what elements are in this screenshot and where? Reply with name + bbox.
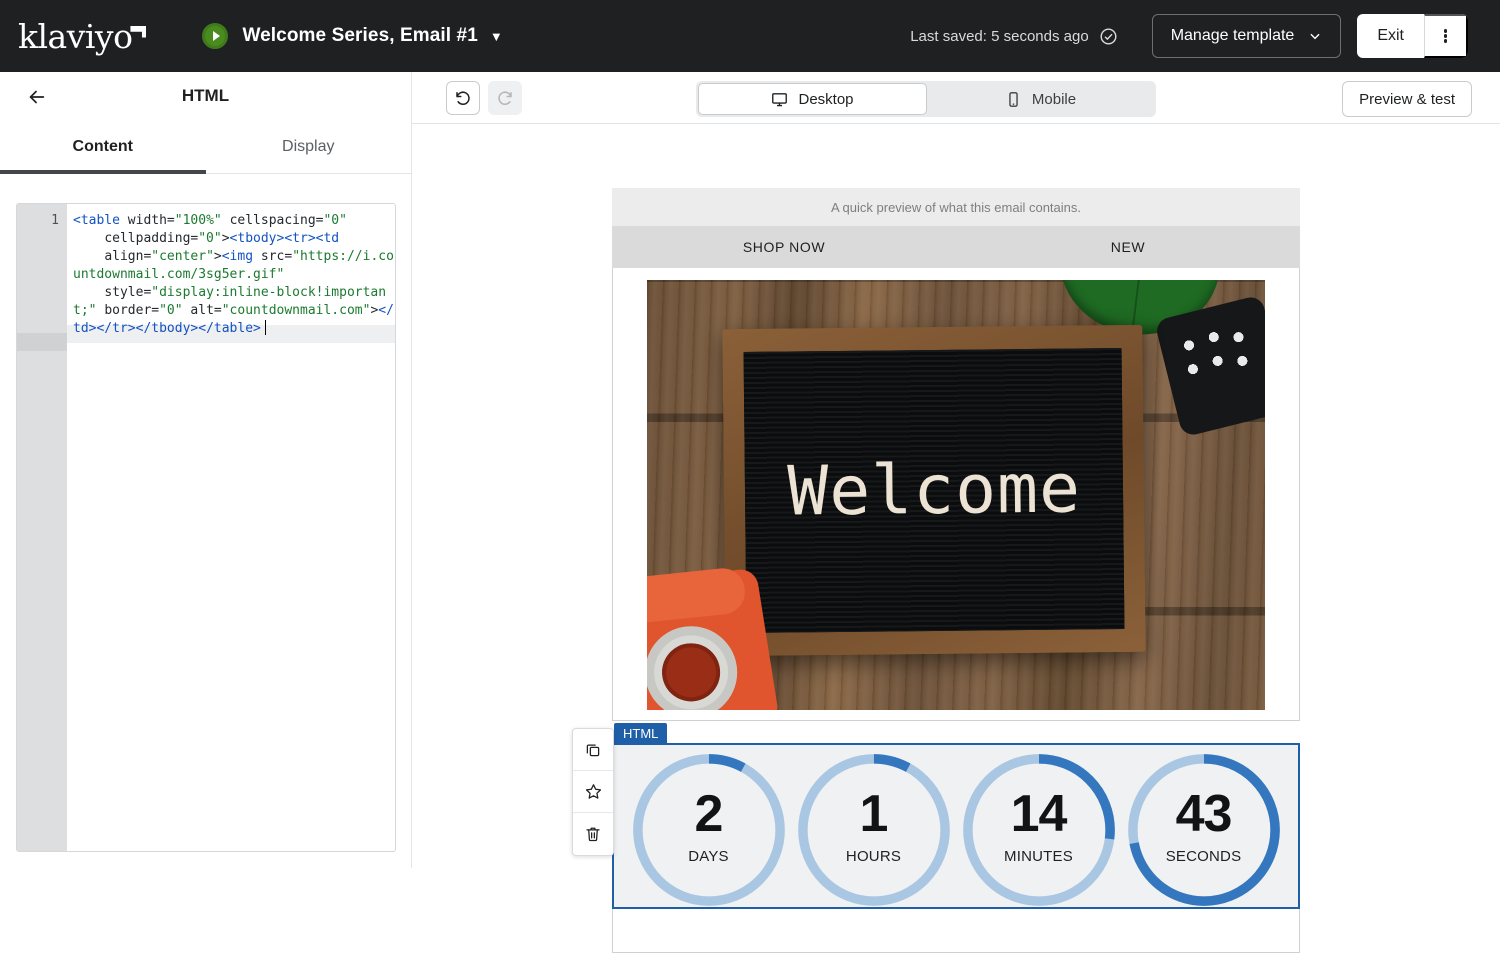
view-mode-toggle: Desktop Mobile: [696, 81, 1156, 117]
email-navbar: SHOP NOW NEW: [612, 226, 1300, 268]
star-icon[interactable]: [573, 771, 613, 813]
html-code-editor[interactable]: 1 <table width="100%" cellspacing="0" ce…: [16, 203, 396, 852]
block-type-badge: HTML: [614, 723, 668, 744]
countdown-value-days: 2: [694, 785, 724, 843]
phone-dial: [647, 619, 745, 710]
top-bar: klaviyo Welcome Series, Email #1 ▼ Last …: [0, 0, 1500, 72]
countdown-label-days: DAYS: [688, 848, 729, 865]
countdown-value-seconds: 43: [1175, 785, 1233, 843]
desktop-icon: [772, 92, 788, 106]
manage-template-button[interactable]: Manage template: [1151, 14, 1342, 58]
editor-canvas: Desktop Mobile Preview & test A quick pr…: [412, 72, 1500, 953]
editor-code-area[interactable]: <table width="100%" cellspacing="0" cell…: [67, 204, 395, 851]
chevron-down-icon: [1310, 33, 1320, 40]
view-mode-mobile[interactable]: Mobile: [927, 83, 1154, 115]
nav-item-new[interactable]: NEW: [956, 226, 1300, 268]
canvas-toolbar: Desktop Mobile Preview & test: [412, 72, 1500, 124]
play-circle-icon[interactable]: [202, 23, 229, 49]
black-phone-decor: [1154, 294, 1265, 438]
letterboard: Welcome: [722, 325, 1147, 657]
letterboard-surface: Welcome: [743, 348, 1125, 634]
exit-button-group: Exit: [1357, 14, 1468, 58]
mobile-icon: [1009, 91, 1018, 107]
block-toolbar: [572, 728, 614, 856]
email-hero-block[interactable]: Welcome: [612, 268, 1300, 721]
manage-template-label: Manage template: [1170, 27, 1295, 44]
undo-icon[interactable]: [446, 80, 480, 115]
countdown-label-hours: HOURS: [845, 848, 902, 865]
preview-stage: A quick preview of what this email conta…: [412, 124, 1500, 953]
countdown-ring-hours: 1 HOURS: [795, 751, 953, 906]
exit-button[interactable]: Exit: [1357, 14, 1424, 58]
document-title: Welcome Series, Email #1: [242, 25, 478, 46]
copy-icon[interactable]: [573, 729, 613, 771]
view-mode-desktop[interactable]: Desktop: [698, 83, 927, 115]
undo-redo-group: [446, 80, 522, 115]
panel-tabs: Content Display: [0, 120, 412, 174]
trash-icon[interactable]: [573, 813, 613, 855]
view-mode-desktop-label: Desktop: [798, 90, 854, 108]
tab-content[interactable]: Content: [0, 120, 206, 174]
left-panel-header: HTML: [0, 72, 411, 120]
preview-and-test-button[interactable]: Preview & test: [1342, 81, 1472, 117]
nav-item-shop-now[interactable]: SHOP NOW: [612, 226, 956, 268]
html-block-countdown[interactable]: HTML 2 DAYS 1 HOURS 14 MINUTES 43 SECOND…: [612, 723, 1300, 909]
more-vertical-icon[interactable]: [1424, 14, 1468, 58]
countdown-value-hours: 1: [859, 785, 889, 843]
check-circle-icon: [1099, 27, 1118, 46]
chevron-down-icon[interactable]: ▼: [490, 29, 503, 44]
klaviyo-flag-icon: [130, 25, 147, 38]
countdown-value-minutes: 14: [1010, 785, 1068, 843]
arrow-left-icon[interactable]: [24, 84, 50, 110]
email-preheader: A quick preview of what this email conta…: [612, 188, 1300, 226]
countdown-ring-days: 2 DAYS: [630, 751, 788, 906]
gutter-active-line: [17, 333, 67, 351]
last-saved-status: Last saved: 5 seconds ago: [910, 27, 1089, 45]
countdown-label-seconds: SECONDS: [1165, 848, 1242, 865]
klaviyo-logo[interactable]: klaviyo: [18, 16, 147, 56]
countdown-label-minutes: MINUTES: [1004, 848, 1073, 865]
klaviyo-logo-text: klaviyo: [18, 16, 133, 56]
phone-handset: [647, 566, 748, 625]
email-footer-block[interactable]: [612, 909, 1300, 953]
text-cursor: [264, 320, 267, 335]
top-bar-actions: Last saved: 5 seconds ago Manage templat…: [910, 14, 1468, 58]
letterboard-text: Welcome: [787, 449, 1082, 532]
active-tab-underline: [0, 170, 206, 174]
email-preview: A quick preview of what this email conta…: [612, 188, 1300, 953]
editor-gutter: 1: [17, 204, 67, 851]
countdown-ring-seconds: 43 SECONDS: [1125, 751, 1283, 906]
code-content: <table width="100%" cellspacing="0" cell…: [73, 213, 394, 336]
redo-icon: [488, 80, 522, 115]
panel-title: HTML: [181, 86, 230, 105]
countdown-ring-minutes: 14 MINUTES: [960, 751, 1118, 906]
view-mode-mobile-label: Mobile: [1031, 90, 1077, 108]
line-number: 1: [51, 213, 59, 228]
left-panel: HTML Content Display 1 <table width="100…: [0, 72, 412, 868]
tab-display[interactable]: Display: [206, 120, 412, 174]
hero-image: Welcome: [647, 280, 1265, 710]
